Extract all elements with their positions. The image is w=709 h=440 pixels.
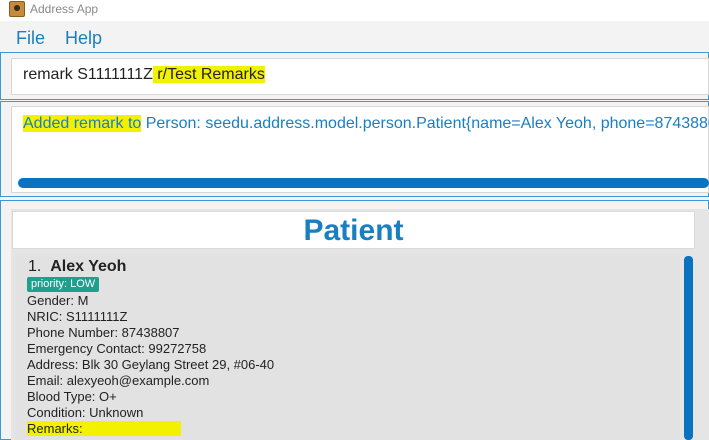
patient-emergency-contact: Emergency Contact: 99272758 xyxy=(27,341,207,356)
priority-badge: priority: LOW xyxy=(27,277,100,292)
patient-condition: Condition: Unknown xyxy=(27,405,144,420)
command-text-plain: remark S1111111Z xyxy=(23,66,153,83)
patient-remarks: Remarks: xyxy=(27,421,181,436)
result-horizontal-scrollbar[interactable] xyxy=(18,178,709,188)
result-text-plain: Person: seedu.address.model.person.Patie… xyxy=(141,115,709,132)
title-bar: Address App xyxy=(0,0,709,21)
address-book-icon xyxy=(9,1,25,17)
patient-gender: Gender: M xyxy=(27,293,89,308)
patient-email: Email: alexyeoh@example.com xyxy=(27,373,210,388)
patient-blood-type: Blood Type: O+ xyxy=(27,389,117,404)
result-text-highlight: Added remark to xyxy=(23,115,142,132)
menu-file[interactable]: File xyxy=(16,28,45,49)
patient-nric: NRIC: S1111111Z xyxy=(27,309,128,324)
menu-help[interactable]: Help xyxy=(65,28,102,49)
patient-list-header: Patient xyxy=(12,211,695,249)
menu-bar: File Help xyxy=(0,21,709,52)
patient-index: 1. xyxy=(28,258,42,275)
patient-remarks-label: Remarks: xyxy=(27,421,181,436)
command-text[interactable]: remark S1111111Z r/Test Remarks xyxy=(23,66,265,84)
patient-name-line: 1. Alex Yeoh xyxy=(28,258,126,276)
patient-name: Alex Yeoh xyxy=(50,258,127,275)
command-text-highlight: r/Test Remarks xyxy=(152,66,265,83)
result-text: Added remark to Person: seedu.address.mo… xyxy=(23,115,709,133)
patient-list-scrollbar[interactable] xyxy=(684,256,693,440)
patient-address: Address: Blk 30 Geylang Street 29, #06-4… xyxy=(27,357,275,372)
patient-phone: Phone Number: 87438807 xyxy=(27,325,180,340)
window-title: Address App xyxy=(30,2,99,16)
